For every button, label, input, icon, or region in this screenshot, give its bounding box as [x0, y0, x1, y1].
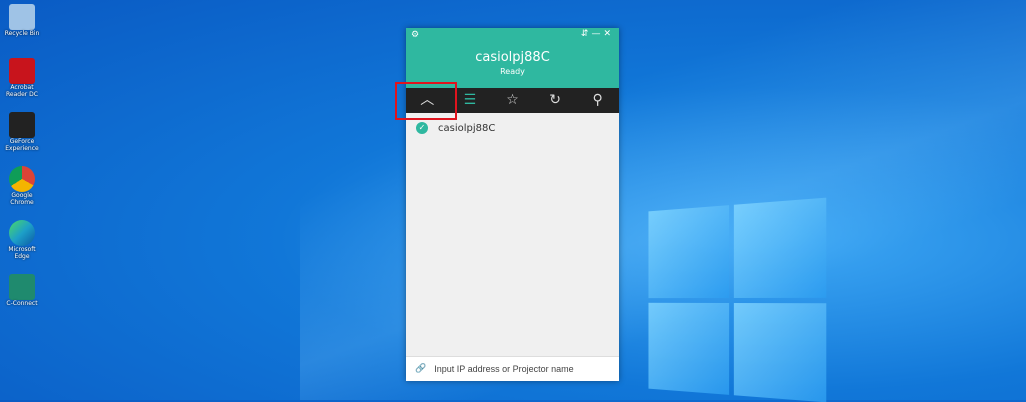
device-status: Ready [500, 67, 525, 76]
star-icon[interactable]: ☆ [491, 88, 534, 113]
window-header: ⚙ ⇵—✕ casiolpj88C Ready [406, 28, 619, 88]
link-icon: 🔗 [415, 364, 427, 374]
close-icon[interactable]: ✕ [603, 29, 614, 39]
desktop-icon-recycle-bin[interactable]: Recycle Bin [2, 4, 42, 37]
minimize-icon[interactable]: — [591, 29, 603, 39]
acrobat-icon [9, 58, 35, 84]
desktop-icon-chrome[interactable]: Google Chrome [2, 166, 42, 206]
desktop-icon-c-connect[interactable]: C-Connect [2, 274, 42, 307]
c-connect-window: ⚙ ⇵—✕ casiolpj88C Ready ︿ ☰ ☆ ↻ ⚲ ✓ casi… [406, 28, 619, 381]
settings-icon[interactable]: ⚙ [411, 30, 419, 40]
search-icon[interactable]: ⚲ [576, 88, 619, 113]
pin-icon[interactable]: ⇵ [581, 29, 592, 39]
projector-name: casiolpj88C [438, 122, 496, 134]
refresh-icon[interactable]: ↻ [534, 88, 577, 113]
chrome-icon [9, 166, 35, 192]
ip-address-input[interactable] [434, 364, 605, 374]
windows-logo [648, 197, 827, 402]
highlight-box [395, 82, 457, 120]
window-controls: ⇵—✕ [581, 29, 614, 39]
c-connect-icon [9, 274, 35, 300]
edge-icon [9, 220, 35, 246]
address-bar: 🔗 [406, 356, 619, 381]
geforce-icon [9, 112, 35, 138]
desktop-icon-edge[interactable]: Microsoft Edge [2, 220, 42, 260]
connected-check-icon: ✓ [416, 122, 428, 134]
desktop-icon-acrobat[interactable]: Acrobat Reader DC [2, 58, 42, 98]
desktop-icon-geforce[interactable]: GeForce Experience [2, 112, 42, 152]
recycle-bin-icon [9, 4, 35, 30]
